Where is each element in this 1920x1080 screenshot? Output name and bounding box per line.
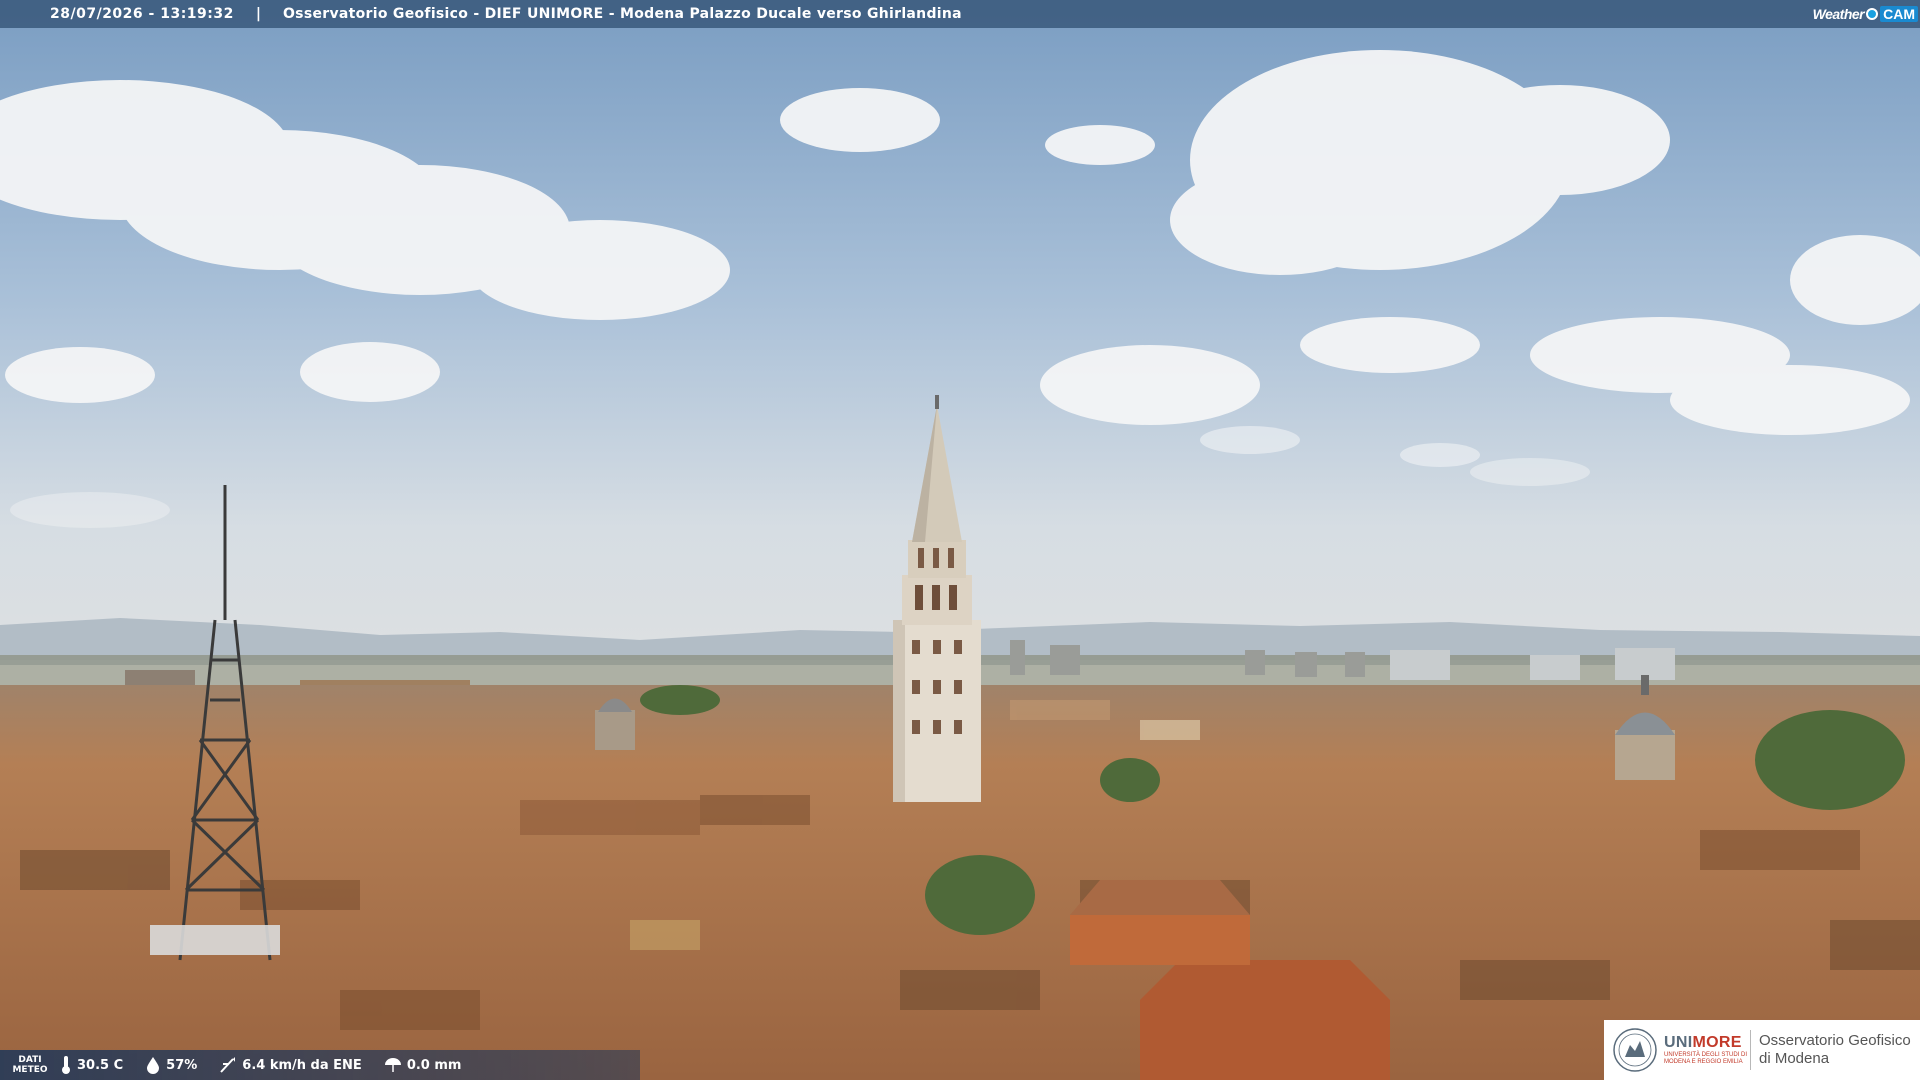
wind-value: 6.4 km/h da ENE [242,1057,362,1073]
weather-data-bar: DATI METEO 30.5 C 57% 6.4 km/h da ENE 0.… [0,1050,640,1080]
weather-data-label-line2: METEO [12,1065,48,1075]
humidity-value: 57% [166,1057,198,1073]
observatory-name: Osservatorio Geofisico di Modena [1759,1032,1911,1068]
logo-dot-icon [1866,8,1879,20]
temperature-reading: 30.5 C [60,1055,123,1075]
university-name-uni: UNI [1664,1034,1693,1051]
top-info-bar: 28/07/2026 - 13:19:32 | Osservatorio Geo… [0,0,1920,28]
observatory-line2: di Modena [1759,1050,1830,1067]
humidity-reading: 57% [145,1056,197,1074]
orange-dome-building [1140,960,1390,1080]
weather-data-label: DATI METEO [0,1055,60,1075]
weathercam-logo: Weather CAM [1813,3,1918,25]
thermometer-icon [62,1056,70,1074]
university-name-block: UNIMORE UNIVERSITÀ DEGLI STUDI DI MODENA… [1664,1034,1748,1066]
webcam-scene [0,0,1920,1080]
weather-data-label-line1: DATI [18,1055,42,1065]
temperature-value: 30.5 C [77,1057,124,1073]
wind-reading: 6.4 km/h da ENE [219,1056,362,1074]
timestamp: 28/07/2026 - 13:19:32 [50,6,234,22]
logo-cam-text: CAM [1880,6,1918,22]
header-separator: | [255,6,261,22]
humidity-drop-icon [147,1057,160,1074]
university-name-more: MORE [1692,1034,1742,1051]
university-name: UNIMORE [1664,1034,1748,1052]
university-subtitle-line2: MODENA E REGGIO EMILIA [1664,1059,1743,1065]
logo-divider [1750,1030,1751,1070]
university-seal-icon [1613,1028,1657,1072]
university-subtitle-line1: UNIVERSITÀ DEGLI STUDI DI [1664,1052,1748,1058]
wind-icon [220,1057,236,1073]
unimore-logo-panel: UNIMORE UNIVERSITÀ DEGLI STUDI DI MODENA… [1604,1020,1920,1080]
camera-title: Osservatorio Geofisico - DIEF UNIMORE - … [282,6,962,22]
umbrella-icon [384,1058,401,1072]
rain-value: 0.0 mm [406,1057,462,1073]
rain-reading: 0.0 mm [384,1056,462,1074]
logo-weather-text: Weather [1812,6,1865,22]
observatory-line1: Osservatorio Geofisico [1759,1032,1911,1049]
